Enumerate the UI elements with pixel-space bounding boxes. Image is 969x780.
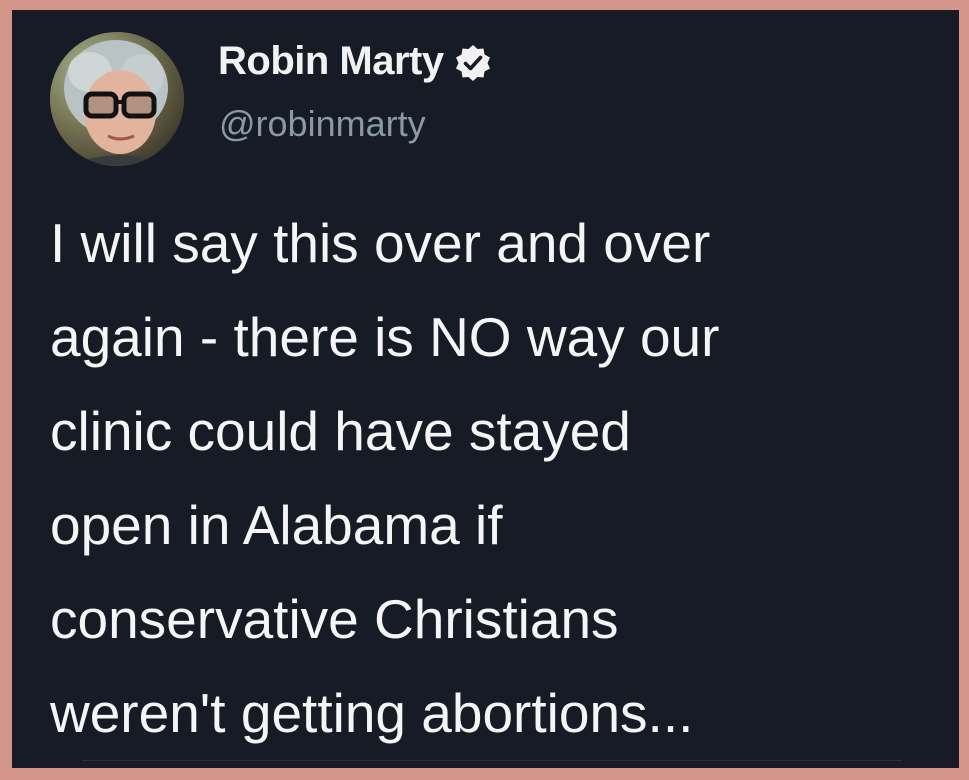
avatar[interactable] <box>50 32 184 166</box>
tweet-card: Robin Marty @robinmarty I will say this … <box>12 10 959 768</box>
tweet-text: I will say this over and over again - th… <box>50 212 720 744</box>
author-handle[interactable]: @robinmarty <box>219 106 426 142</box>
divider <box>82 760 902 761</box>
author-display-name[interactable]: Robin Marty <box>218 41 444 81</box>
image-frame: Robin Marty @robinmarty I will say this … <box>0 0 969 780</box>
verified-badge-icon <box>454 44 492 82</box>
avatar-photo <box>50 32 184 166</box>
author-name-row: Robin Marty <box>218 40 492 82</box>
